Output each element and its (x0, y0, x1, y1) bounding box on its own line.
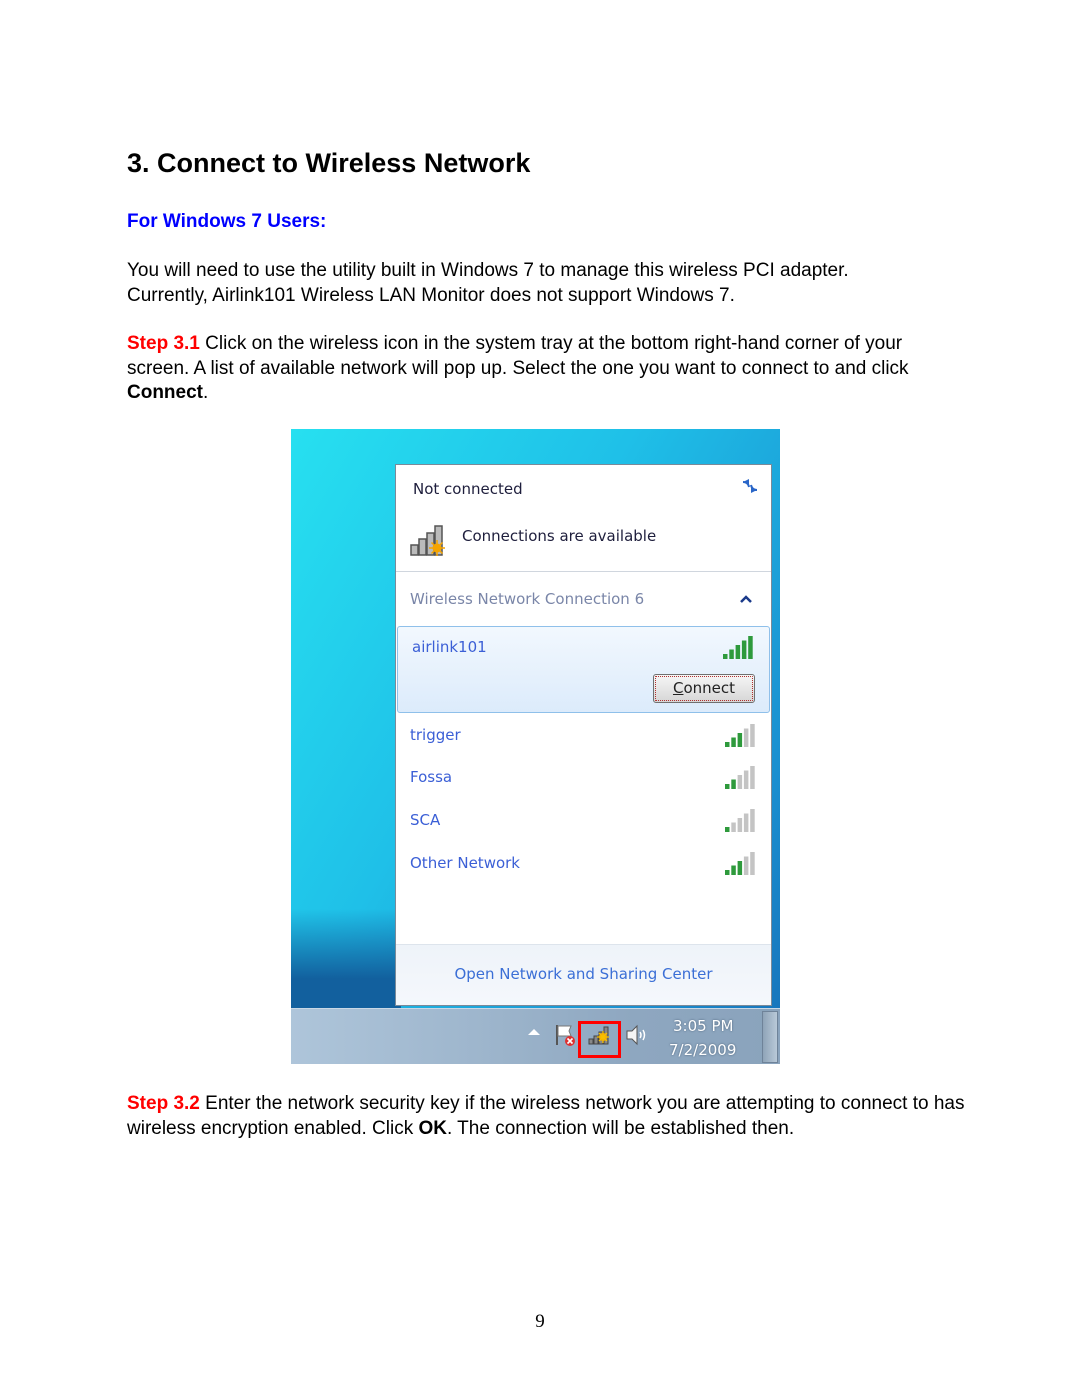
signal-strength-icon (725, 766, 755, 789)
step-label: Step 3.2 (127, 1093, 200, 1114)
signal-bar (731, 737, 736, 747)
step-bold: OK (418, 1117, 447, 1139)
step-bold: Connect (127, 382, 203, 403)
page-number: 9 (535, 1311, 545, 1332)
signal-bar (737, 818, 743, 832)
signal-strength-icon (725, 724, 755, 747)
network-item-fossa[interactable]: Fossa (396, 757, 771, 799)
signal-bar (737, 733, 743, 747)
volume-icon[interactable] (624, 1022, 650, 1048)
network-item-trigger[interactable]: trigger (396, 715, 771, 757)
adapter-name: Wireless Network Connection 6 (410, 590, 645, 608)
signal-bar (725, 870, 730, 875)
signal-bar (731, 779, 736, 789)
signal-strength-icon (723, 636, 753, 659)
network-item-airlink101[interactable]: airlink101 Connect (397, 626, 770, 713)
page-title: 3. Connect to Wireless Network (127, 148, 531, 178)
clock-date[interactable]: 7/2/2009 (669, 1041, 736, 1059)
action-center-flag-icon[interactable] (553, 1022, 579, 1048)
signal-bar (750, 766, 755, 789)
step-label: Step 3.1 (127, 333, 200, 354)
signal-bar (743, 770, 749, 789)
step-3-2-paragraph: Step 3.2 Enter the network security key … (127, 1092, 967, 1141)
windows7-screenshot: Not connected Connections are available … (291, 429, 780, 1064)
signal-bar (729, 649, 734, 659)
intro-line-2: Currently, Airlink101 Wireless LAN Monit… (127, 284, 735, 306)
section-subtitle: For Windows 7 Users: (127, 211, 327, 232)
signal-bar (723, 654, 728, 659)
show-desktop-button[interactable] (762, 1011, 778, 1063)
signal-bar (731, 822, 736, 832)
network-item-other-network[interactable]: Other Network (396, 843, 771, 885)
signal-bar (735, 645, 741, 659)
network-available-icon (410, 525, 445, 556)
signal-strength-icon (725, 809, 755, 832)
network-item-sca[interactable]: SCA (396, 800, 771, 842)
signal-bar (731, 865, 736, 875)
open-network-sharing-center-link[interactable]: Open Network and Sharing Center (396, 965, 771, 983)
signal-bar (750, 809, 755, 832)
network-name: trigger (410, 726, 461, 744)
signal-bar (725, 742, 730, 747)
signal-bar (743, 728, 749, 747)
intro-paragraph: You will need to use the utility built i… (127, 259, 967, 308)
signal-bar (748, 636, 753, 659)
network-flyout: Not connected Connections are available … (395, 464, 772, 1006)
network-name: airlink101 (412, 638, 487, 656)
signal-bar (725, 784, 730, 789)
signal-bar (750, 724, 755, 747)
signal-bar (737, 775, 743, 789)
taskbar: 3:05 PM 7/2/2009 (291, 1008, 780, 1064)
signal-bar (737, 861, 743, 875)
signal-bar (743, 813, 749, 832)
step-text: Click on the wireless icon in the system… (127, 333, 909, 379)
wireless-icon-highlight-box (578, 1021, 621, 1058)
network-name: SCA (410, 811, 441, 829)
signal-bar (725, 827, 730, 832)
step-end: . (203, 382, 209, 403)
step-3-1-paragraph: Step 3.1 Click on the wireless icon in t… (127, 332, 967, 406)
connections-available-text: Connections are available (462, 527, 657, 545)
signal-bar (743, 856, 749, 875)
intro-line-1: You will need to use the utility built i… (127, 260, 849, 281)
divider (396, 571, 771, 572)
network-name: Other Network (410, 854, 520, 872)
clock-time[interactable]: 3:05 PM (673, 1017, 733, 1035)
refresh-icon[interactable] (739, 475, 761, 497)
show-hidden-icons-arrow[interactable] (528, 1029, 540, 1035)
connection-status-title: Not connected (413, 480, 523, 498)
step-end: . The connection will be established the… (446, 1117, 795, 1139)
signal-strength-icon (725, 852, 755, 875)
flyout-footer: Open Network and Sharing Center (396, 944, 771, 1005)
connect-button[interactable]: Connect (653, 674, 755, 703)
signal-bar (750, 852, 755, 875)
signal-bar (741, 640, 747, 659)
network-name: Fossa (410, 768, 453, 786)
chevron-up-icon[interactable] (739, 593, 753, 605)
